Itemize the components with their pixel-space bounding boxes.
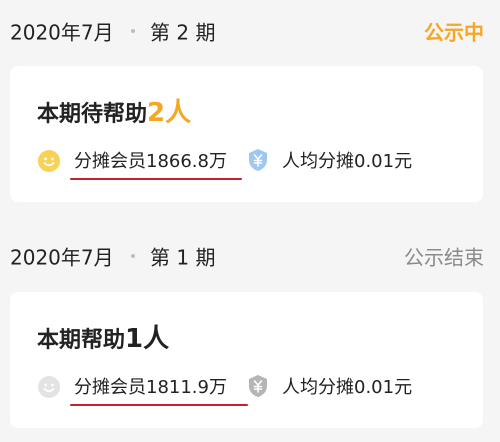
- period-header-1: 2020年7月 第 1 期 公示结束: [0, 230, 500, 282]
- period-card-2[interactable]: 本期待帮助2人 分摊会员1866.8万 人均分摊0.01元: [10, 66, 483, 202]
- help-count: 1人: [125, 324, 170, 354]
- help-count: 2人: [147, 98, 192, 128]
- period-header-2: 2020年7月 第 2 期 公示中: [0, 5, 500, 57]
- underline: [70, 178, 242, 180]
- separator-dot: [131, 254, 135, 258]
- per-capita-share: 人均分摊0.01元: [282, 377, 413, 398]
- title-prefix: 本期待帮助: [37, 102, 148, 127]
- status-badge-active: 公示中: [424, 20, 484, 45]
- members-count: 分摊会员1866.8万: [74, 151, 227, 172]
- smiley-icon: [38, 150, 60, 172]
- period-date: 2020年7月: [10, 20, 114, 45]
- card-title: 本期帮助1人: [37, 318, 169, 355]
- card-title: 本期待帮助2人: [37, 92, 191, 129]
- period-number: 第 2 期: [150, 20, 216, 45]
- status-badge-ended: 公示结束: [404, 245, 484, 270]
- period-number: 第 1 期: [150, 245, 216, 270]
- smiley-icon: [38, 376, 60, 398]
- yuan-shield-icon: [247, 148, 269, 172]
- members-count: 分摊会员1811.9万: [74, 377, 227, 398]
- period-card-1[interactable]: 本期帮助1人 分摊会员1811.9万 人均分摊0.01元: [10, 292, 483, 428]
- per-capita-share: 人均分摊0.01元: [282, 151, 413, 172]
- separator-dot: [131, 29, 135, 33]
- title-prefix: 本期帮助: [37, 328, 126, 353]
- underline: [70, 404, 248, 406]
- yuan-shield-icon: [247, 374, 269, 398]
- period-date: 2020年7月: [10, 245, 114, 270]
